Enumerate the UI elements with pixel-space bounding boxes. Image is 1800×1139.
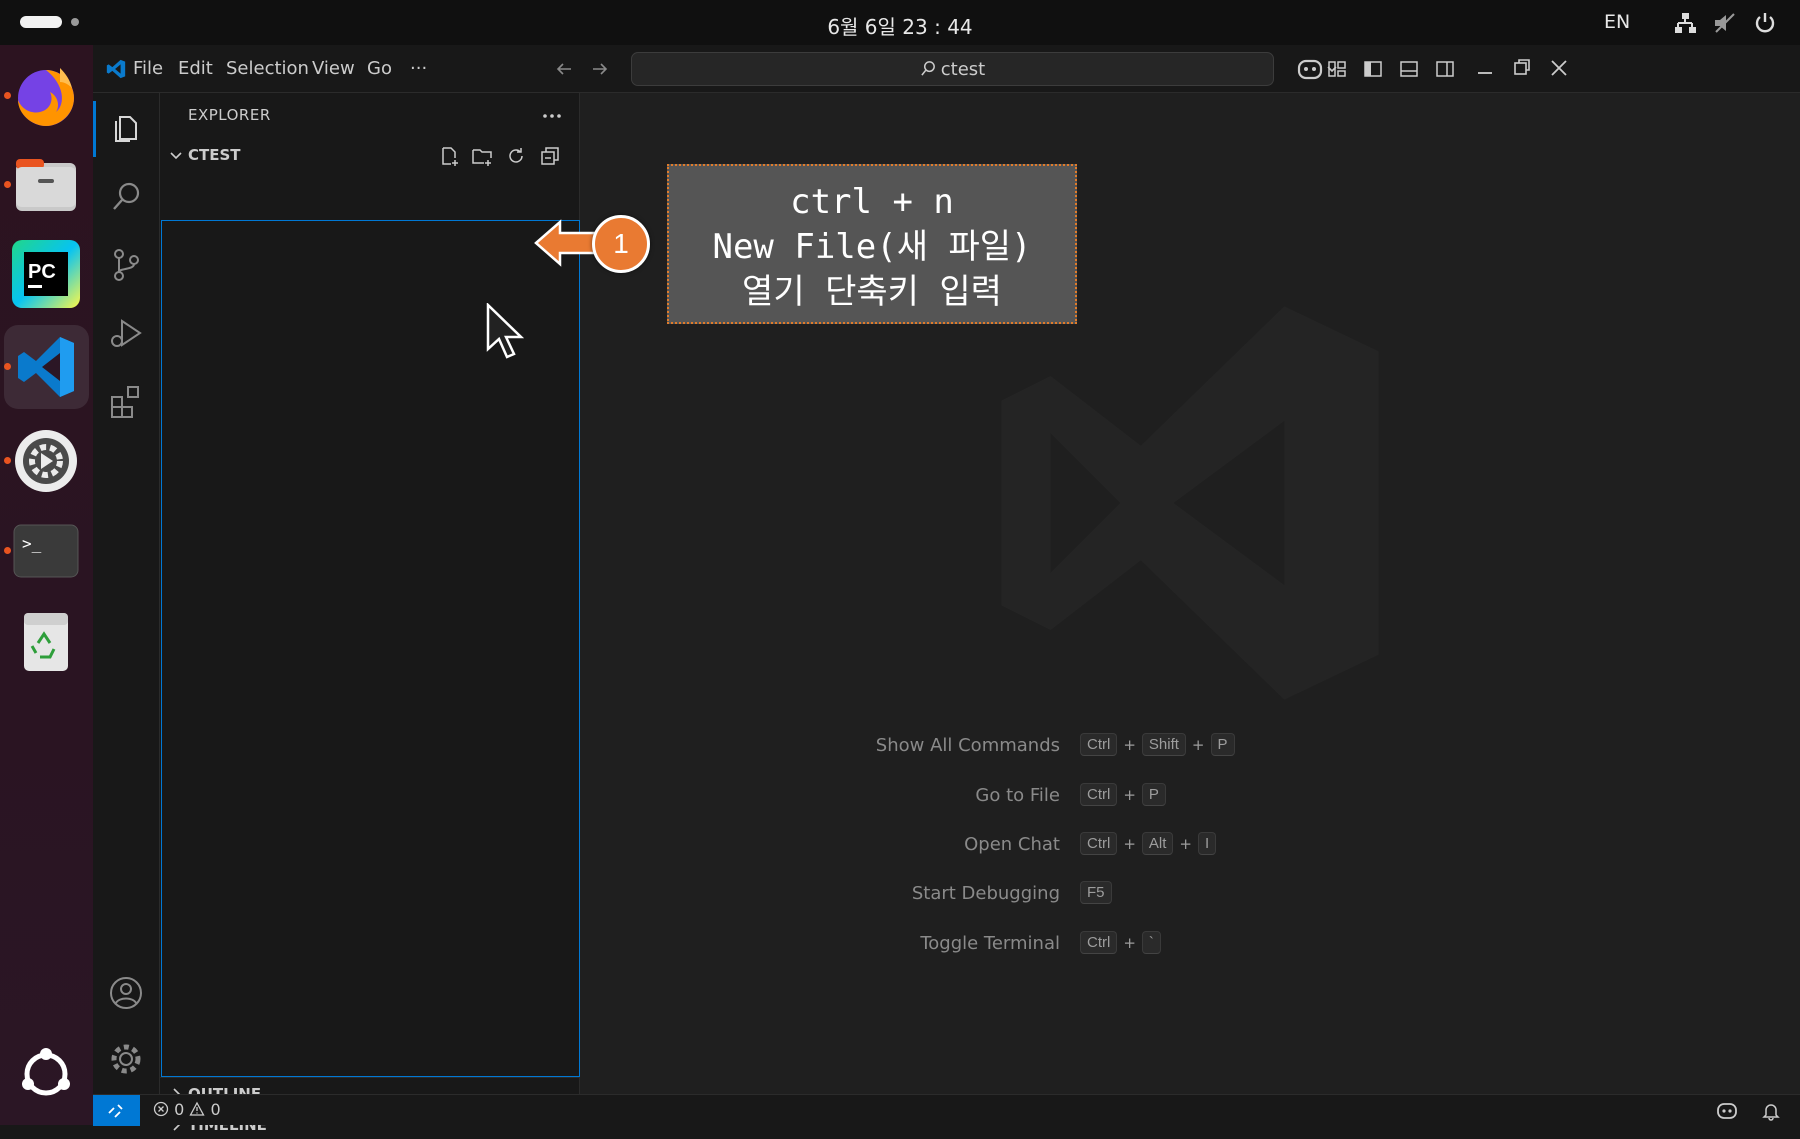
refresh-icon[interactable] [505, 145, 527, 167]
error-count: 0 [174, 1100, 185, 1119]
new-folder-icon[interactable] [471, 145, 493, 167]
source-control-icon[interactable] [106, 245, 146, 285]
more-actions-icon[interactable] [540, 106, 564, 126]
toggle-panel-icon[interactable] [1398, 58, 1420, 80]
key: Ctrl [1080, 931, 1118, 954]
key: Shift [1141, 733, 1186, 756]
active-indicator [93, 101, 96, 157]
vscode-logo-icon [106, 59, 126, 79]
key: F5 [1080, 881, 1112, 904]
key: Ctrl [1080, 733, 1118, 756]
annotation-callout: ctrl + n New File(새 파일) 열기 단축키 입력 [667, 164, 1077, 324]
menu-view[interactable]: View [312, 58, 355, 79]
problems-status[interactable]: 0 0 [153, 1100, 221, 1119]
callout-line: New File(새 파일) [712, 227, 1032, 267]
copilot-status-icon[interactable] [1716, 1100, 1738, 1122]
remote-icon [108, 1104, 123, 1118]
hint-toggle-terminal: Toggle Terminal Ctrl + ` [580, 929, 1800, 959]
key: P [1141, 783, 1166, 806]
power-icon[interactable] [1752, 10, 1778, 36]
activity-bar [93, 93, 160, 1094]
command-center-search[interactable]: ctest [631, 52, 1274, 86]
explorer-title: EXPLORER [188, 106, 271, 124]
warning-count: 0 [210, 1100, 221, 1119]
hint-label: Show All Commands [875, 735, 1060, 756]
pycharm-icon[interactable]: PC [10, 238, 82, 310]
svg-text:>_: >_ [22, 534, 42, 553]
account-icon[interactable] [106, 973, 146, 1013]
hint-start-debugging: Start Debugging F5 [580, 879, 1800, 909]
hint-label: Open Chat [964, 834, 1060, 855]
show-apps-icon[interactable] [10, 1038, 82, 1110]
toggle-primary-sidebar-icon[interactable] [1362, 58, 1384, 80]
firefox-icon[interactable] [10, 60, 82, 132]
hint-label: Toggle Terminal [920, 933, 1060, 954]
settings-app-icon[interactable] [10, 425, 82, 497]
svg-text:PC: PC [28, 261, 56, 283]
title-bar: File Edit Selection View Go ··· ctest [93, 45, 1800, 93]
explorer-icon[interactable] [106, 109, 146, 149]
vscode-icon[interactable] [10, 331, 82, 403]
run-debug-icon[interactable] [106, 313, 146, 353]
vscode-watermark-icon [1001, 306, 1379, 700]
key: Ctrl [1080, 832, 1118, 855]
hint-open-chat: Open Chat Ctrl + Alt + I [580, 830, 1800, 860]
callout-line: 열기 단축키 입력 [742, 272, 1002, 312]
system-top-bar: 6월 6일 23 : 44 EN [0, 0, 1800, 45]
manage-gear-icon[interactable] [106, 1039, 146, 1079]
menu-selection[interactable]: Selection [226, 58, 309, 79]
explorer-sidebar: EXPLORER CTEST OUTLINE TIMELINE [160, 93, 580, 1134]
menu-edit[interactable]: Edit [178, 58, 213, 79]
collapse-all-icon[interactable] [539, 145, 561, 167]
error-icon [153, 1101, 169, 1117]
search-icon[interactable] [106, 177, 146, 217]
key: P [1210, 733, 1235, 756]
close-icon[interactable] [1548, 57, 1570, 79]
status-bar: 0 0 [93, 1094, 1800, 1126]
customize-layout-icon[interactable] [1326, 58, 1348, 80]
terminal-icon[interactable]: >_ [10, 515, 82, 587]
search-icon [921, 61, 935, 76]
hint-label: Start Debugging [911, 883, 1060, 904]
hint-label: Go to File [975, 785, 1060, 806]
key: I [1198, 832, 1217, 855]
notifications-bell-icon[interactable] [1761, 1101, 1781, 1121]
folder-title[interactable]: CTEST [188, 146, 241, 164]
minimize-icon[interactable] [1474, 58, 1496, 80]
hint-show-all-commands: Show All Commands Ctrl + Shift + P [580, 731, 1800, 761]
key: Ctrl [1080, 783, 1118, 806]
extensions-icon[interactable] [106, 381, 146, 421]
chevron-down-icon[interactable] [168, 148, 184, 164]
key: Alt [1141, 832, 1174, 855]
menu-go[interactable]: Go [367, 58, 392, 79]
volume-muted-icon[interactable] [1712, 10, 1738, 36]
toggle-secondary-sidebar-icon[interactable] [1434, 58, 1456, 80]
search-text: ctest [940, 59, 986, 80]
input-language[interactable]: EN [1604, 11, 1630, 33]
warning-icon [189, 1101, 205, 1116]
trash-icon[interactable] [10, 605, 82, 677]
step-badge: 1 [592, 215, 650, 273]
network-icon[interactable] [1672, 10, 1698, 36]
new-file-icon[interactable] [438, 145, 460, 167]
forward-arrow-icon[interactable] [590, 59, 610, 79]
menu-more[interactable]: ··· [410, 58, 427, 79]
clock[interactable]: 6월 6일 23 : 44 [0, 11, 1800, 40]
files-icon[interactable] [10, 149, 82, 221]
menu-file[interactable]: File [133, 58, 163, 79]
hint-go-to-file: Go to File Ctrl + P [580, 781, 1800, 811]
mouse-cursor-icon [486, 303, 524, 359]
callout-line: ctrl + n [790, 182, 954, 222]
restore-icon[interactable] [1511, 56, 1533, 78]
remote-indicator[interactable] [93, 1095, 140, 1126]
dock: PC >_ [0, 45, 93, 1125]
back-arrow-icon[interactable] [554, 59, 574, 79]
key: ` [1141, 931, 1161, 954]
